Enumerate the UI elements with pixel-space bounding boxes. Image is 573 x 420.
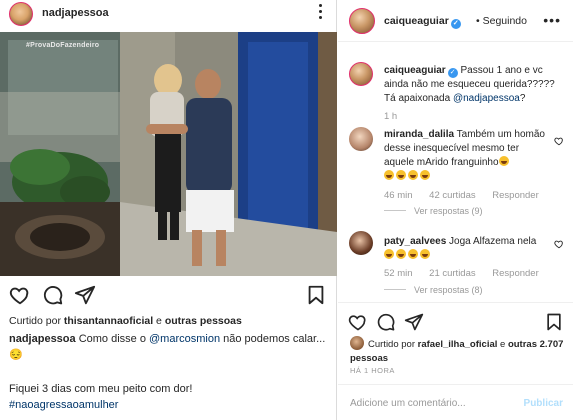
comment-likes[interactable]: 42 curtidas bbox=[429, 190, 475, 201]
username-text: caiqueaguiar bbox=[384, 15, 449, 27]
reply-button[interactable]: Responder bbox=[492, 268, 538, 279]
avatar[interactable] bbox=[349, 8, 375, 34]
post-timestamp[interactable]: HÁ 1 HORA bbox=[350, 366, 395, 375]
bookmark-icon[interactable] bbox=[305, 284, 327, 306]
post-video[interactable]: #ProvaDoFazendeiro bbox=[0, 32, 337, 276]
heart-icon[interactable] bbox=[348, 312, 368, 332]
avatar[interactable] bbox=[349, 127, 373, 151]
post-caption-continued: Fiquei 3 dias com meu peito com dor! #na… bbox=[9, 381, 329, 413]
liked-by: Curtido por rafael_ilha_oficial e outras… bbox=[350, 336, 565, 366]
liked-by-prefix: Curtido por bbox=[368, 339, 418, 350]
caption-text: Como disse o bbox=[75, 333, 150, 345]
comment-mention[interactable]: @nadjapessoa bbox=[453, 93, 520, 104]
liked-by-joiner: e bbox=[497, 339, 508, 350]
laughing-emoji-icon bbox=[396, 170, 406, 180]
comment-time: 1 h bbox=[384, 111, 398, 122]
laughing-emoji-icon bbox=[384, 249, 394, 259]
list-item: paty_aalvees Joga Alfazema nela bbox=[384, 235, 549, 263]
comment-time: 46 min bbox=[384, 190, 413, 201]
avatar[interactable] bbox=[9, 2, 33, 26]
liked-by-others[interactable]: outras pessoas bbox=[165, 315, 242, 327]
comment-username[interactable]: paty_aalvees bbox=[384, 236, 446, 247]
laughing-emoji-icon bbox=[408, 249, 418, 259]
view-replies-button[interactable]: Ver respostas (9) bbox=[384, 206, 483, 216]
comment-heart-icon[interactable] bbox=[554, 136, 564, 146]
divider bbox=[338, 302, 573, 303]
avatar bbox=[350, 336, 364, 350]
heart-icon[interactable] bbox=[9, 284, 31, 306]
comment-text-end: ? bbox=[519, 93, 526, 104]
liked-by: Curtido por thisantannaoficial e outras … bbox=[9, 315, 242, 327]
follow-label: Seguindo bbox=[482, 15, 527, 27]
comment-input[interactable]: Adicione um comentário... bbox=[350, 398, 466, 409]
follow-status[interactable]: • Seguindo bbox=[476, 15, 527, 27]
right-post: caiqueaguiar ✓ • Seguindo ••• caiqueaguia… bbox=[338, 0, 573, 420]
post-username[interactable]: caiqueaguiar ✓ bbox=[384, 15, 461, 29]
comment-heart-icon[interactable] bbox=[554, 239, 564, 249]
laughing-emoji-icon bbox=[384, 170, 394, 180]
comment-username[interactable]: caiqueaguiar bbox=[384, 65, 446, 76]
liked-by-prefix: Curtido por bbox=[9, 315, 64, 327]
avatar[interactable] bbox=[349, 231, 373, 255]
liked-by-user[interactable]: thisantannaoficial bbox=[64, 315, 153, 327]
share-icon[interactable] bbox=[74, 284, 96, 306]
caption-hashtag[interactable]: #naoagressaoamulher bbox=[9, 397, 329, 413]
more-options-icon[interactable] bbox=[319, 4, 323, 22]
add-comment-bar: Adicione um comentário... Publicar bbox=[338, 384, 573, 420]
laughing-emoji-icon bbox=[420, 170, 430, 180]
comment-meta: 52 min 21 curtidas Responder bbox=[384, 268, 539, 279]
right-post-header: caiqueaguiar ✓ • Seguindo ••• bbox=[338, 0, 573, 42]
comment-likes[interactable]: 21 curtidas bbox=[429, 268, 475, 279]
publish-button[interactable]: Publicar bbox=[524, 398, 563, 409]
laughing-emoji-icon bbox=[396, 249, 406, 259]
avatar[interactable] bbox=[349, 62, 373, 86]
comment-time: 52 min bbox=[384, 268, 413, 279]
liked-by-user[interactable]: rafael_ilha_oficial bbox=[418, 339, 498, 350]
caption-mention[interactable]: @marcosmion bbox=[149, 333, 220, 345]
caption-line: Fiquei 3 dias com meu peito com dor! bbox=[9, 383, 193, 395]
comment-meta: 46 min 42 curtidas Responder bbox=[384, 190, 539, 201]
verified-icon: ✓ bbox=[450, 19, 461, 29]
post-caption: nadjapessoa Como disse o @marcosmion não… bbox=[9, 331, 329, 363]
comment-icon[interactable] bbox=[376, 312, 396, 332]
video-frame bbox=[0, 32, 337, 276]
laughing-emoji-icon bbox=[420, 249, 430, 259]
bookmark-icon[interactable] bbox=[544, 312, 564, 332]
left-post: nadjapessoa #ProvaDoFazendeiro Curtido p… bbox=[0, 0, 337, 420]
laughing-emoji-icon bbox=[408, 170, 418, 180]
verified-icon: ✓ bbox=[447, 68, 458, 78]
reply-button[interactable]: Responder bbox=[492, 190, 538, 201]
share-icon[interactable] bbox=[404, 312, 424, 332]
video-hashtag: #ProvaDoFazendeiro bbox=[26, 42, 100, 49]
left-post-actions bbox=[0, 282, 337, 308]
more-options-icon[interactable]: ••• bbox=[543, 13, 561, 27]
comment-text: Joga Alfazema nela bbox=[446, 236, 537, 247]
comment-username[interactable]: miranda_dalila bbox=[384, 129, 454, 140]
liked-by-joiner: e bbox=[153, 315, 165, 327]
laughing-emoji-icon bbox=[498, 156, 509, 166]
left-post-header: nadjapessoa bbox=[0, 0, 337, 30]
post-username[interactable]: nadjapessoa bbox=[42, 7, 109, 19]
separator-dot: • bbox=[476, 15, 480, 27]
view-replies-button[interactable]: Ver respostas (8) bbox=[384, 285, 483, 295]
list-item: miranda_dalila Também um homão desse ine… bbox=[384, 128, 549, 184]
caption-username[interactable]: nadjapessoa bbox=[9, 333, 76, 345]
main-comment: caiqueaguiar ✓ Passou 1 ano e vc ainda nã… bbox=[384, 64, 564, 106]
comment-icon[interactable] bbox=[42, 284, 64, 306]
right-post-actions bbox=[338, 310, 573, 336]
